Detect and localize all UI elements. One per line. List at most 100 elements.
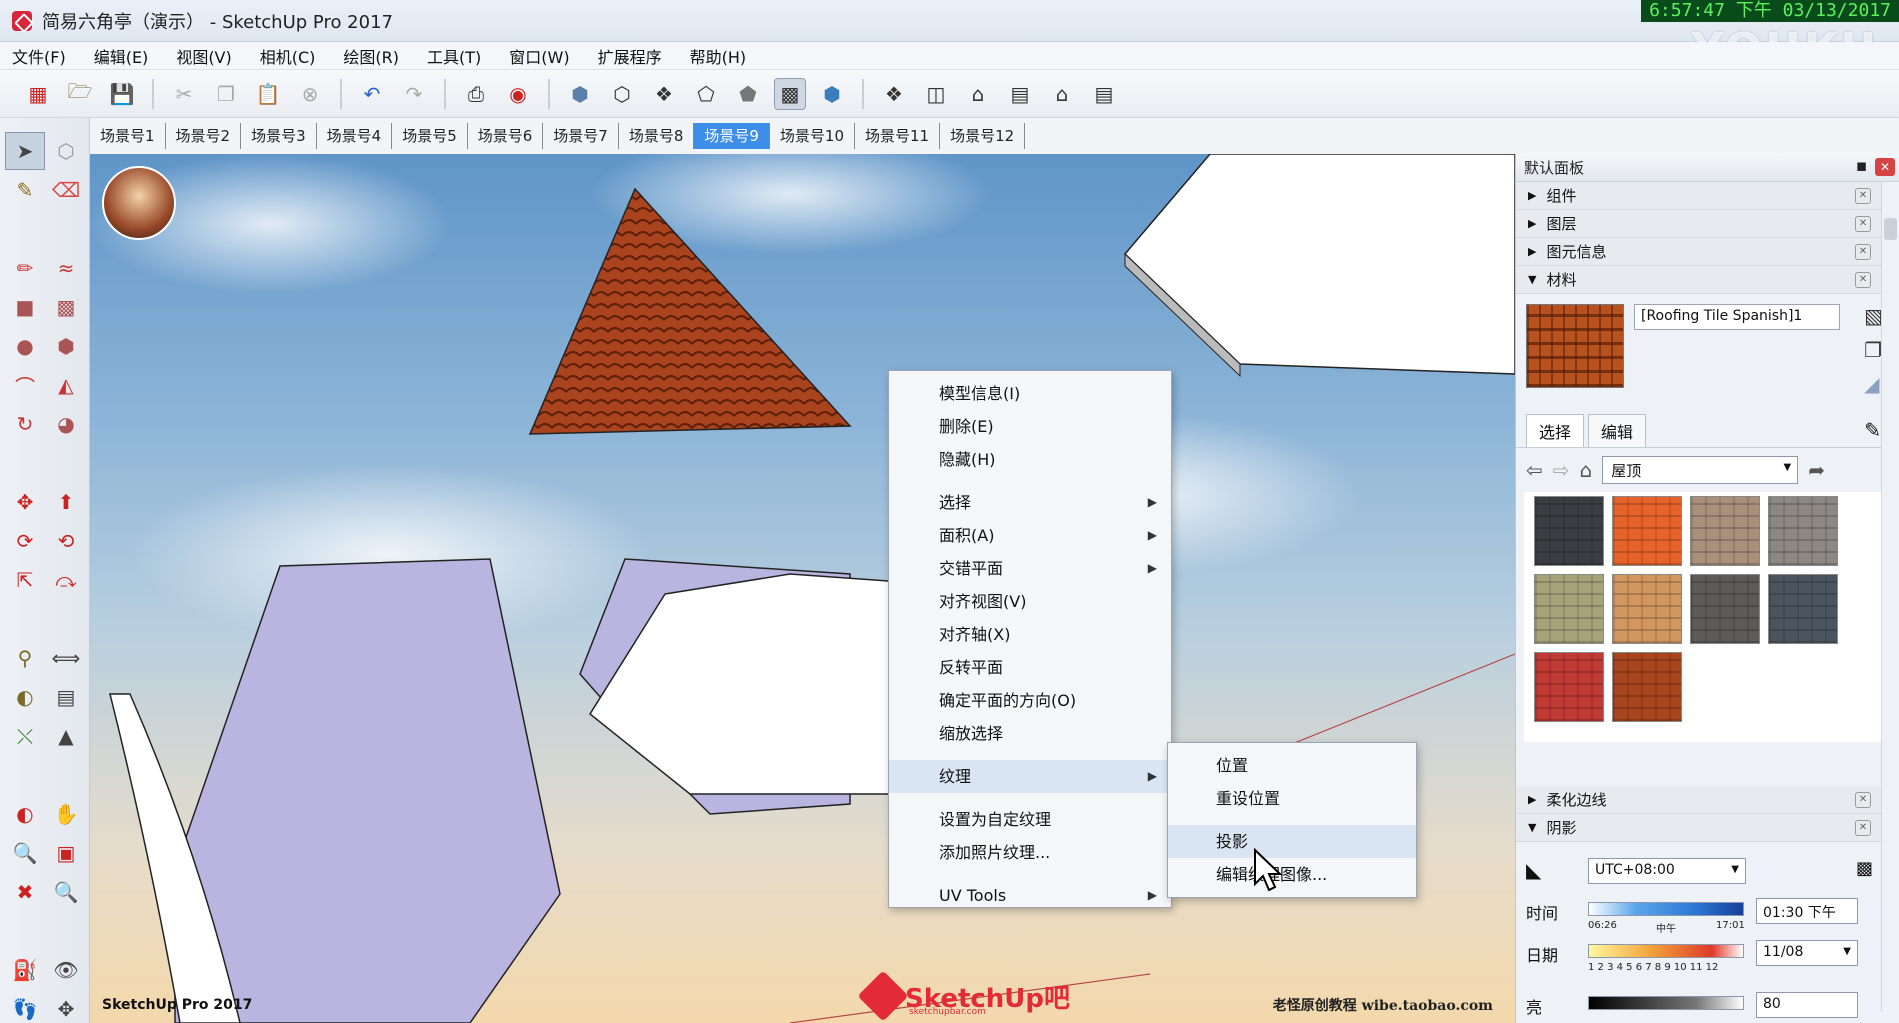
material-swatch[interactable] — [1534, 652, 1604, 722]
close-tray-icon[interactable]: ✕ — [1855, 792, 1871, 808]
pan-hand-icon[interactable]: ✋ — [46, 795, 86, 833]
hexagon-face-right[interactable] — [1123, 154, 1515, 375]
scene-tab[interactable]: 场景号9 — [694, 123, 770, 149]
previous-view-icon[interactable]: 🔍 — [46, 873, 86, 911]
polygon-icon[interactable]: ⬢ — [46, 327, 86, 365]
cut-icon[interactable]: ✂ — [168, 78, 200, 110]
xray-style-icon[interactable]: ⬢ — [564, 78, 596, 110]
two-point-arc-icon[interactable]: ◭ — [46, 366, 86, 404]
back-arrow-icon[interactable]: ⇦ — [1526, 458, 1543, 482]
close-tray-icon[interactable]: ✕ — [1855, 244, 1871, 260]
tray-soften-edges[interactable]: ▶ 柔化边线 ✕ — [1516, 786, 1899, 814]
context-menu-item[interactable]: 纹理 ▶ — [889, 760, 1171, 793]
line-pencil-icon[interactable]: ✏ — [5, 249, 45, 287]
undo-icon[interactable]: ↶ — [356, 78, 388, 110]
texture-submenu-item[interactable]: 位置 — [1168, 749, 1416, 782]
pie-icon[interactable]: ◕ — [46, 405, 86, 443]
utc-select[interactable]: UTC+08:00 ▼ — [1588, 858, 1746, 884]
axes-icon[interactable]: ⤬ — [5, 717, 45, 755]
follow-me-icon[interactable]: ⟲ — [46, 522, 86, 560]
forward-arrow-icon[interactable]: ⇨ — [1553, 458, 1570, 482]
texture-submenu-item[interactable]: 编辑纹理图像... — [1168, 858, 1416, 891]
menu-edit[interactable]: 编辑(E) — [94, 44, 149, 68]
close-tray-icon[interactable]: ✕ — [1855, 272, 1871, 288]
push-pull-icon[interactable]: ⬆ — [46, 483, 86, 521]
close-icon[interactable]: ✕ — [1875, 158, 1895, 176]
material-swatch[interactable] — [1612, 496, 1682, 566]
backedges-style-icon[interactable]: ⬡ — [606, 78, 638, 110]
light-field[interactable]: 80 — [1756, 992, 1858, 1018]
offset-icon[interactable]: ⤼ — [46, 561, 86, 599]
material-swatch[interactable] — [1612, 652, 1682, 722]
scroll-thumb[interactable] — [1884, 218, 1897, 240]
context-menu-item[interactable]: 删除(E) — [889, 410, 1171, 443]
date-field[interactable]: 11/08 ▼ — [1756, 940, 1858, 966]
context-menu-item[interactable]: 确定平面的方向(O) — [889, 684, 1171, 717]
erase-icon[interactable]: ⊗ — [294, 78, 326, 110]
show-shadows-icon[interactable]: ◣ — [1526, 858, 1541, 882]
context-menu-item[interactable]: UV Tools ▶ — [889, 879, 1171, 912]
paint-bucket-icon[interactable]: ✎ — [5, 171, 45, 209]
tray-shadows[interactable]: ▼ 阴影 ✕ — [1516, 814, 1899, 842]
iso-view-icon[interactable]: ❖ — [878, 78, 910, 110]
look-around-icon[interactable]: 👁 — [46, 951, 86, 989]
move-icon[interactable]: ✥ — [5, 483, 45, 521]
print-icon[interactable]: ⎙ — [460, 78, 492, 110]
material-swatch[interactable] — [1768, 574, 1838, 644]
scene-tab[interactable]: 场景号8 — [619, 123, 695, 149]
tape-measure-icon[interactable]: ⚲ — [5, 639, 45, 677]
model-info-icon[interactable]: ◉ — [502, 78, 534, 110]
material-swatch[interactable] — [1768, 496, 1838, 566]
context-menu-item[interactable]: 对齐轴(X) — [889, 618, 1171, 651]
3d-text-icon[interactable]: ▲ — [46, 717, 86, 755]
paste-icon[interactable]: 📋 — [252, 78, 284, 110]
top-view-icon[interactable]: ◫ — [920, 78, 952, 110]
menu-camera[interactable]: 相机(C) — [260, 44, 316, 68]
eyedropper-icon[interactable]: ✎ — [1864, 418, 1881, 442]
rectangle-icon[interactable]: ■ — [5, 288, 45, 326]
left-view-icon[interactable]: ▤ — [1088, 78, 1120, 110]
tray-components[interactable]: ▶ 组件 ✕ — [1516, 182, 1899, 210]
scene-tab[interactable]: 场景号7 — [543, 123, 619, 149]
details-arrow-icon[interactable]: ➦ — [1808, 458, 1825, 482]
shaded-textures-style-icon[interactable]: ▩ — [774, 77, 806, 110]
new-file-icon[interactable]: ▦ — [22, 78, 54, 110]
texture-submenu-item[interactable]: 重设位置 — [1168, 782, 1416, 815]
scene-tab[interactable]: 场景号1 — [90, 123, 166, 149]
material-swatch[interactable] — [1690, 574, 1760, 644]
context-menu-item[interactable]: 反转平面 — [889, 651, 1171, 684]
close-tray-icon[interactable]: ✕ — [1855, 188, 1871, 204]
menu-extensions[interactable]: 扩展程序 — [598, 44, 662, 68]
eraser-icon[interactable]: ⌫ — [46, 171, 86, 209]
scene-tab[interactable]: 场景号4 — [317, 123, 393, 149]
menu-view[interactable]: 视图(V) — [176, 44, 231, 68]
toggle-shadow-icon[interactable]: ▩ — [1856, 858, 1873, 879]
back-view-icon[interactable]: ⌂ — [1046, 78, 1078, 110]
light-slider[interactable] — [1588, 996, 1744, 1010]
context-menu-item[interactable]: 模型信息(I) — [889, 377, 1171, 410]
wireframe-style-icon[interactable]: ❖ — [648, 78, 680, 110]
context-menu-item[interactable]: 对齐视图(V) — [889, 585, 1171, 618]
material-name-field[interactable]: [Roofing Tile Spanish]1 — [1634, 304, 1840, 330]
pin-icon[interactable]: ◼ — [1856, 159, 1867, 174]
tab-select[interactable]: 选择 — [1526, 414, 1585, 447]
time-field[interactable]: 01:30 下午 — [1756, 898, 1858, 924]
scene-tab[interactable]: 场景号12 — [940, 123, 1026, 149]
time-slider[interactable] — [1588, 902, 1744, 916]
scene-tab[interactable]: 场景号11 — [855, 123, 941, 149]
tray-materials[interactable]: ▼ 材料 ✕ — [1516, 266, 1899, 294]
save-icon[interactable]: 💾 — [106, 78, 138, 110]
open-folder-icon[interactable]: 🗁 — [64, 78, 96, 110]
arc-icon[interactable]: ⌒ — [5, 366, 45, 404]
close-tray-icon[interactable]: ✕ — [1855, 216, 1871, 232]
zoom-extents-icon[interactable]: ✖ — [5, 873, 45, 911]
tab-edit[interactable]: 编辑 — [1588, 414, 1647, 447]
menu-help[interactable]: 帮助(H) — [690, 44, 747, 68]
material-swatch[interactable] — [1534, 496, 1604, 566]
scene-tab[interactable]: 场景号10 — [770, 123, 856, 149]
scale-icon[interactable]: ⇱ — [5, 561, 45, 599]
context-menu-item[interactable]: 添加照片纹理... — [889, 836, 1171, 869]
copy-icon[interactable]: ❐ — [210, 78, 242, 110]
position-camera-icon[interactable]: ⛽ — [5, 951, 45, 989]
scene-tab[interactable]: 场景号3 — [241, 123, 317, 149]
